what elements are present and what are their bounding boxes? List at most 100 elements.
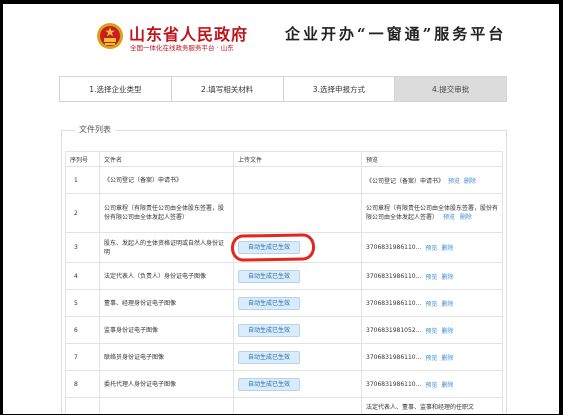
- file-name: 联络员身份证电子图像: [99, 343, 234, 371]
- preview-file-text: 3706831986110...: [366, 299, 422, 307]
- delete-link[interactable]: 删除: [441, 299, 453, 308]
- preview-link[interactable]: 预览: [425, 380, 437, 389]
- table-header-row: 序列号 文件名 上传文件 预览: [65, 151, 503, 167]
- preview-link[interactable]: 预览: [425, 299, 437, 308]
- column-header-no: 序列号: [65, 151, 100, 167]
- preview-link[interactable]: 预览: [448, 176, 460, 185]
- preview-group: 3706831986110... 预览 删除: [366, 272, 498, 281]
- table-row: 8 委托代理人身份证电子图像 自动生成已生效 3706831986110... …: [65, 370, 503, 398]
- upload-cell: 自动生成已生效: [233, 343, 362, 371]
- delete-link[interactable]: 删除: [441, 243, 453, 252]
- preview-cell: 3706831986110... 预览 删除: [361, 262, 503, 290]
- tab-select-declare-method[interactable]: 3.选择申报方式: [283, 77, 396, 101]
- delete-link[interactable]: 删除: [441, 380, 453, 389]
- row-number: 3: [65, 232, 100, 263]
- table-row: 3 股东、发起人的主体资格证明或自然人身份证明 自动生成已生效 37068319…: [65, 232, 503, 263]
- preview-cell: 《公司登记（备案）申请书》 预览 删除: [361, 166, 503, 194]
- upload-cell: 自动生成已生效: [233, 316, 362, 344]
- upload-cell: 自动生成已生效: [233, 262, 362, 290]
- preview-group: 《公司登记（备案）申请书》 预览 删除: [366, 176, 498, 185]
- delete-link[interactable]: 删除: [464, 176, 476, 185]
- preview-group: 3706831986110... 预览 删除: [366, 243, 498, 252]
- table-row: 6 监事身份证电子图像 自动生成已生效 3706831981052... 预览 …: [65, 316, 503, 344]
- upload-status-button[interactable]: 自动生成已生效: [238, 241, 300, 254]
- upload-status-button[interactable]: 自动生成已生效: [238, 377, 300, 391]
- delete-link[interactable]: 删除: [441, 272, 453, 281]
- delete-link[interactable]: 删除: [460, 214, 472, 221]
- file-list-table: 序列号 文件名 上传文件 预览 1 《公司登记（备案）申请书》 《公司登记（备案…: [65, 151, 503, 414]
- preview-cell: 3706831986110... 预览 删除: [361, 289, 503, 317]
- screenshot-frame: 山东省人民政府 全国一体化在线政务服务平台 · 山东 企业开办“一窗通”服务平台…: [0, 0, 563, 415]
- row-number: 1: [65, 166, 100, 194]
- column-header-name: 文件名: [99, 151, 234, 167]
- file-name: [99, 397, 234, 414]
- preview-cell: 3706831986110... 预览 删除: [361, 232, 503, 263]
- platform-title: 企业开办“一窗通”服务平台: [285, 25, 507, 43]
- table-row: 2 公司章程（有限责任公司由全体股东签署，股份有限公司由全体发起人签署） 公司章…: [65, 193, 503, 233]
- step-tabs: 1.选择企业类型 2.填写相关材料 3.选择申报方式 4.提交审批: [59, 76, 507, 102]
- upload-status-button[interactable]: 自动生成已生效: [238, 296, 300, 310]
- preview-file-text: 3706831986110...: [366, 380, 422, 388]
- file-name: 委托代理人身份证电子图像: [99, 370, 234, 398]
- preview-file-text: 公司章程（有限责任公司由全体股东签署，股份有限公司由全体发起人签署）: [366, 205, 499, 221]
- preview-file-text: 《公司登记（备案）申请书》: [366, 177, 445, 185]
- preview-file-text: 3706831986110...: [366, 244, 422, 251]
- upload-status-button[interactable]: 自动生成已生效: [238, 350, 300, 364]
- row-number: 7: [65, 343, 100, 371]
- file-name: 法定代表人（负责人）身份证电子图像: [99, 262, 234, 290]
- preview-link[interactable]: 预览: [443, 214, 455, 221]
- file-name: 公司章程（有限责任公司由全体股东签署，股份有限公司由全体发起人签署）: [99, 193, 234, 233]
- tab-fill-materials[interactable]: 2.填写相关材料: [171, 77, 284, 101]
- preview-link[interactable]: 预览: [425, 326, 437, 335]
- preview-group: 3706831986110... 预览 删除: [366, 380, 498, 389]
- table-row: 4 法定代表人（负责人）身份证电子图像 自动生成已生效 370683198611…: [65, 262, 503, 290]
- tab-submit-approval[interactable]: 4.提交审批: [395, 77, 506, 101]
- file-name: 监事身份证电子图像: [99, 316, 234, 344]
- row-number: 5: [65, 289, 100, 317]
- preview-link[interactable]: 预览: [425, 272, 437, 281]
- tab-select-enterprise-type[interactable]: 1.选择企业类型: [60, 77, 172, 101]
- site-logo-subtitle: 全国一体化在线政务服务平台 · 山东: [130, 44, 234, 52]
- preview-group: 3706831986110... 预览 删除: [366, 353, 498, 362]
- file-name: 股东、发起人的主体资格证明或自然人身份证明: [99, 232, 234, 263]
- row-number: 4: [65, 262, 100, 290]
- upload-cell: [233, 193, 362, 233]
- upload-cell: [233, 397, 362, 414]
- upload-cell: [233, 166, 362, 194]
- row-number: 6: [65, 316, 100, 344]
- preview-group: 3706831986110... 预览 删除: [366, 299, 498, 308]
- file-name: 董事、经理身份证电子图像: [99, 289, 234, 317]
- delete-link[interactable]: 删除: [441, 326, 453, 335]
- site-header: 山东省人民政府 全国一体化在线政务服务平台 · 山东 企业开办“一窗通”服务平台: [3, 4, 559, 68]
- preview-cell: 3706831986110... 预览 删除: [361, 343, 503, 371]
- upload-cell: 自动生成已生效: [233, 232, 362, 263]
- preview-link[interactable]: 预览: [425, 243, 437, 252]
- preview-file-text: 3706831986110...: [366, 272, 422, 280]
- upload-status-button[interactable]: 自动生成已生效: [238, 323, 300, 337]
- preview-cell: 法定代表人、董事、监事和经理的任职文: [361, 397, 503, 414]
- preview-file-text: 3706831981052...: [366, 326, 422, 334]
- preview-file-text: 法定代表人、董事、监事和经理的任职文: [366, 404, 475, 411]
- delete-link[interactable]: 删除: [441, 353, 453, 362]
- upload-cell: 自动生成已生效: [233, 289, 362, 317]
- upload-cell: 自动生成已生效: [233, 370, 362, 398]
- file-list-legend: 文件列表: [75, 124, 115, 135]
- preview-link[interactable]: 预览: [425, 353, 437, 362]
- upload-status-button[interactable]: 自动生成已生效: [238, 269, 300, 283]
- table-row: 法定代表人、董事、监事和经理的任职文: [65, 397, 503, 414]
- preview-cell: 3706831986110... 预览 删除: [361, 370, 503, 398]
- preview-cell: 3706831981052... 预览 删除: [361, 316, 503, 344]
- page: 山东省人民政府 全国一体化在线政务服务平台 · 山东 企业开办“一窗通”服务平台…: [3, 4, 559, 414]
- preview-group: 3706831981052... 预览 删除: [366, 326, 498, 335]
- row-number: [65, 397, 100, 414]
- table-row: 7 联络员身份证电子图像 自动生成已生效 3706831986110... 预览…: [65, 343, 503, 371]
- table-row: 5 董事、经理身份证电子图像 自动生成已生效 3706831986110... …: [65, 289, 503, 317]
- preview-file-text: 3706831986110...: [366, 353, 422, 361]
- column-header-upload: 上传文件: [233, 151, 362, 167]
- column-header-preview: 预览: [361, 151, 503, 167]
- table-row: 1 《公司登记（备案）申请书》 《公司登记（备案）申请书》 预览 删除: [65, 166, 503, 194]
- national-emblem-icon: [97, 23, 123, 49]
- file-name: 《公司登记（备案）申请书》: [99, 166, 234, 194]
- preview-cell: 公司章程（有限责任公司由全体股东签署，股份有限公司由全体发起人签署） 预览 删除: [361, 193, 503, 233]
- row-number: 2: [65, 193, 100, 233]
